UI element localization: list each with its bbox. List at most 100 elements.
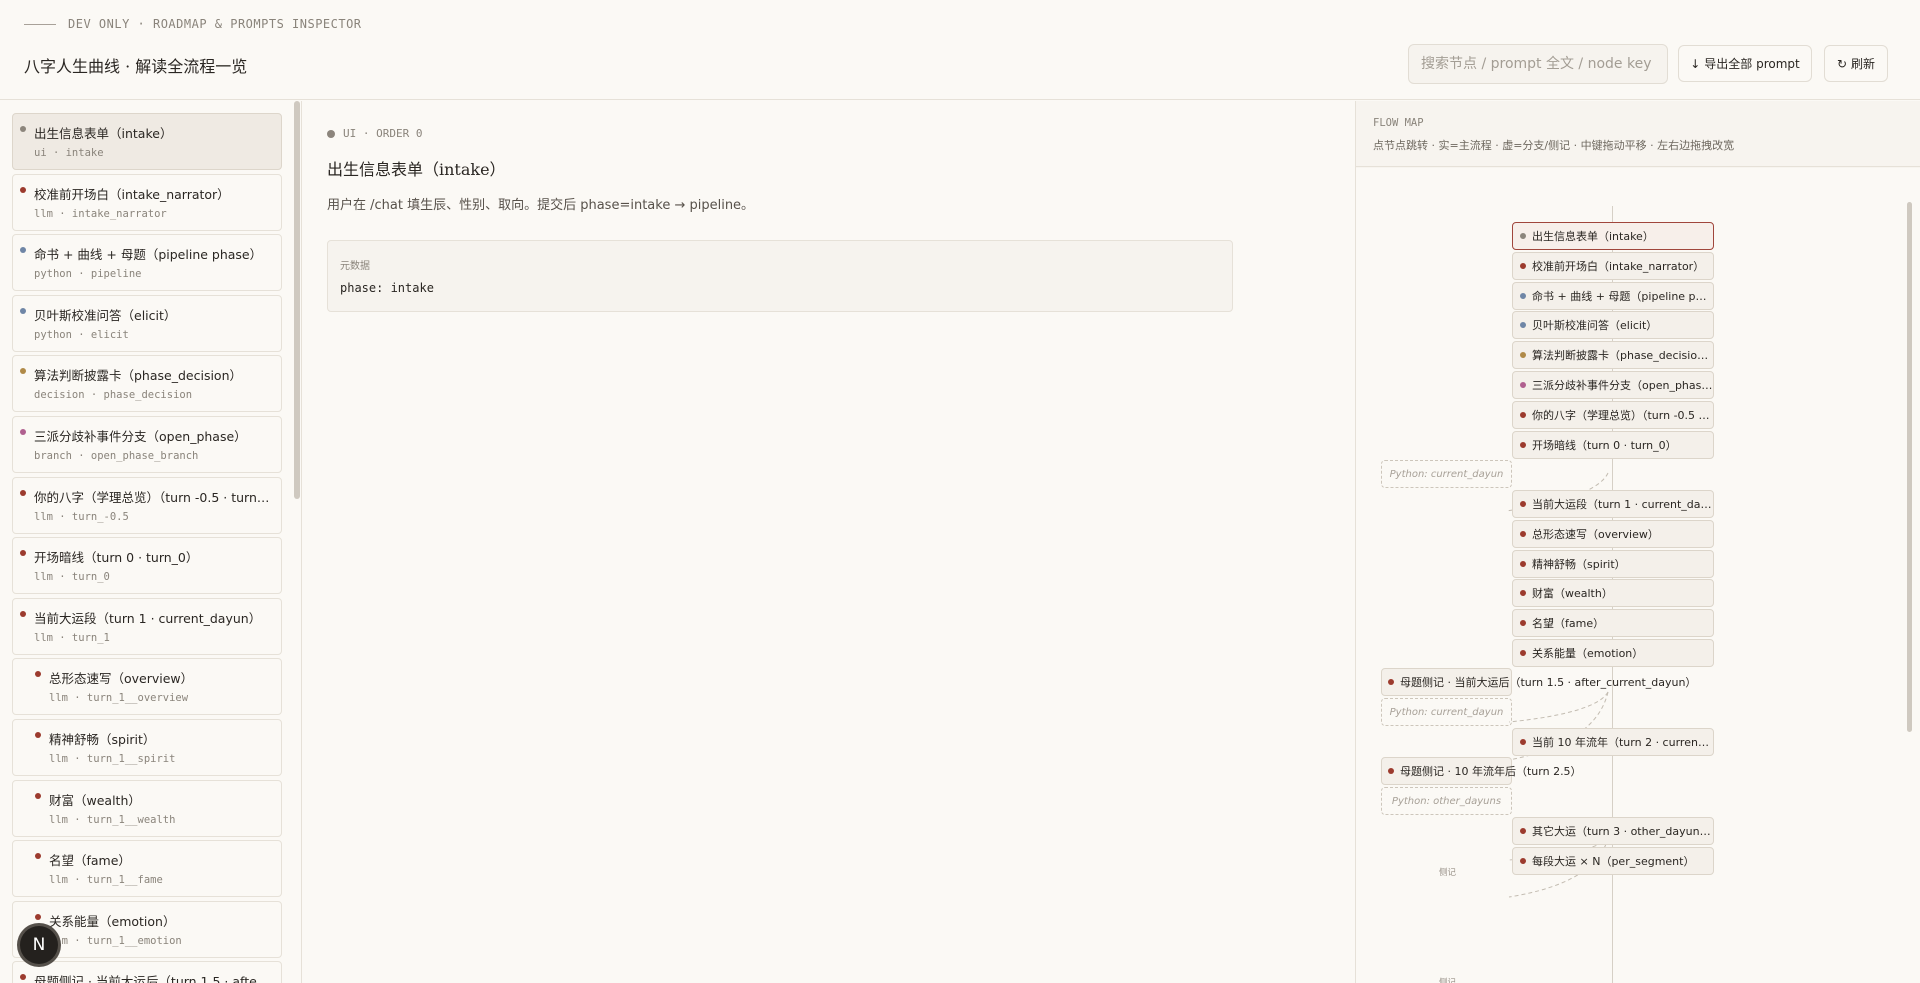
sidebar-node-label: 贝叶斯校准问答（elicit） [34, 307, 177, 323]
flow-node[interactable]: 开场暗线（turn 0 · turn_0） [1512, 431, 1714, 459]
page-title: 八字人生曲线 · 解读全流程一览 [24, 57, 248, 76]
flow-scrollbar[interactable] [1907, 202, 1912, 732]
flow-node-kind-dot [1388, 768, 1394, 774]
flow-node-kind-dot [1520, 590, 1526, 596]
flow-node[interactable]: 命书 + 曲线 + 母题（pipeline phase） [1512, 282, 1714, 310]
sidebar-node-label: 当前大运段（turn 1 · current_dayun） [34, 610, 262, 626]
flow-node[interactable]: 三派分歧补事件分支（open_phase） [1512, 371, 1714, 399]
sidebar-node-meta: llm · turn_1 [34, 631, 110, 644]
flow-node-kind-dot [1520, 352, 1526, 358]
flow-node[interactable]: 贝叶斯校准问答（elicit） [1512, 311, 1714, 339]
metadata-label: 元数据 [340, 261, 370, 272]
flow-node[interactable]: 算法判断披露卡（phase_decision） [1512, 341, 1714, 369]
flow-node-kind-dot [1388, 679, 1394, 685]
flow-side-note-node[interactable]: 母题侧记 · 当前大运后（turn 1.5 · after_current_da… [1381, 668, 1696, 696]
sidebar-node-item[interactable]: 贝叶斯校准问答（elicit） python · elicit [12, 294, 282, 352]
branch-edge [1508, 691, 1609, 723]
flow-python-branch-node[interactable]: Python: other_dayuns [1381, 787, 1512, 815]
flow-node-kind-dot [1520, 531, 1526, 537]
flow-node-label: 每段大运 × N（per_segment） [1532, 855, 1695, 868]
flow-node-label: 当前 10 年流年（turn 2 · current_liunian） [1532, 736, 1713, 749]
flow-node[interactable]: 关系能量（emotion） [1512, 639, 1714, 667]
sidebar-node-item[interactable]: 三派分歧补事件分支（open_phase） branch · open_phase… [12, 415, 282, 473]
flow-node[interactable]: 总形态速写（overview） [1512, 520, 1714, 548]
sidebar-node-item[interactable]: 母题侧记 · 当前大运后（turn 1.5 · after_current_da… [12, 961, 282, 983]
flow-map-subtitle: 点节点跳转 · 实=主流程 · 虚=分支/侧记 · 中键拖动平移 · 左右边拖拽… [1373, 139, 1735, 152]
sidebar-node-label: 命书 + 曲线 + 母题（pipeline phase） [34, 247, 263, 263]
node-kind-dot [35, 913, 41, 920]
flow-node[interactable]: 名望（fame） [1512, 609, 1714, 637]
node-kind-dot [20, 974, 26, 981]
flow-node-kind-dot [1520, 442, 1526, 448]
edge-tag-side-note: 侧记 [1439, 978, 1457, 983]
eyebrow-text: DEV ONLY · ROADMAP & PROMPTS INSPECTOR [68, 17, 362, 31]
flow-node-kind-dot [1520, 233, 1526, 239]
app-badge-button[interactable]: N [20, 926, 58, 964]
flow-node[interactable]: 出生信息表单（intake） [1512, 222, 1714, 250]
sidebar-node-meta: llm · turn_0 [34, 571, 110, 584]
sidebar-node-item[interactable]: 算法判断披露卡（phase_decision） decision · phase_… [12, 355, 282, 413]
sidebar-node-item[interactable]: 名望（fame） llm · turn_1__fame [12, 840, 282, 898]
flow-side-note-label: 母题侧记 · 10 年流年后（turn 2.5） [1400, 765, 1582, 778]
sidebar-node-item[interactable]: 精神舒畅（spirit） llm · turn_1__spirit [12, 718, 282, 776]
flow-canvas[interactable]: 出生信息表单（intake） 校准前开场白（intake_narrator） 命书 … [1356, 168, 1920, 983]
sidebar-node-meta: llm · intake_narrator [34, 207, 167, 220]
eyebrow-rule [24, 23, 56, 25]
refresh-label: 刷新 [1851, 57, 1876, 71]
node-title: 出生信息表单（intake） [327, 160, 506, 179]
sidebar-node-meta: ui · intake [34, 147, 104, 159]
flow-node-label: 财富（wealth） [1532, 587, 1613, 600]
flow-side-note-label: 母题侧记 · 当前大运后（turn 1.5 · after_current_da… [1400, 676, 1697, 689]
flow-node-kind-dot [1520, 828, 1526, 834]
sidebar-node-meta: llm · turn_1__overview [49, 692, 189, 705]
eyebrow: DEV ONLY · ROADMAP & PROMPTS INSPECTOR [24, 17, 362, 31]
flow-node[interactable]: 每段大运 × N（per_segment） [1512, 847, 1714, 875]
node-kind-dot [35, 792, 41, 799]
sidebar-node-item[interactable]: 财富（wealth） llm · turn_1__wealth [12, 779, 282, 837]
node-kind-dot [20, 550, 26, 557]
sidebar-node-meta: llm · turn_1__fame [49, 874, 163, 887]
flow-node[interactable]: 当前大运段（turn 1 · current_dayun） [1512, 490, 1714, 518]
flow-node[interactable]: 财富（wealth） [1512, 579, 1714, 607]
sidebar-node-item[interactable]: 总形态速写（overview） llm · turn_1__overview [12, 658, 282, 716]
flow-node[interactable]: 其它大运（turn 3 · other_dayuns） [1512, 817, 1714, 845]
node-list: 出生信息表单（intake） ui · intake 校准前开场白（intake_n… [12, 113, 282, 983]
flow-node-label: 三派分歧补事件分支（open_phase） [1532, 379, 1713, 392]
sidebar-node-meta: llm · turn_1__emotion [49, 934, 182, 947]
flow-node-label: 关系能量（emotion） [1532, 647, 1644, 660]
flow-node-label: 算法判断披露卡（phase_decision） [1532, 349, 1713, 362]
sidebar-node-item[interactable]: 校准前开场白（intake_narrator） llm · intake_narr… [12, 173, 282, 231]
flow-node-label: 出生信息表单（intake） [1532, 230, 1654, 243]
sidebar-node-item[interactable]: 当前大运段（turn 1 · current_dayun）llm · turn_… [12, 597, 282, 655]
flow-side-note-node[interactable]: 母题侧记 · 10 年流年后（turn 2.5） [1381, 757, 1582, 785]
node-kind-dot [20, 368, 26, 375]
search-input[interactable] [1408, 44, 1668, 84]
sidebar-node-label: 你的八字（学理总览）（turn -0.5 · turn_-0.5） [34, 489, 274, 505]
flow-node[interactable]: 当前 10 年流年（turn 2 · current_liunian） [1512, 728, 1714, 756]
flow-node[interactable]: 校准前开场白（intake_narrator） [1512, 252, 1714, 280]
flow-node-kind-dot [1520, 858, 1526, 864]
page-header: DEV ONLY · ROADMAP & PROMPTS INSPECTOR 八… [0, 0, 1920, 100]
flow-node-label: 校准前开场白（intake_narrator） [1532, 260, 1705, 273]
node-kind-dot [20, 186, 26, 193]
flow-node[interactable]: 你的八字（学理总览）（turn -0.5 · turn_-0.5） [1512, 401, 1714, 429]
refresh-icon: ↻ [1836, 56, 1848, 71]
sidebar-node-label: 财富（wealth） [49, 792, 141, 808]
flow-node-kind-dot [1520, 322, 1526, 328]
sidebar-node-item[interactable]: 命书 + 曲线 + 母题（pipeline phase） python · pip… [12, 234, 282, 292]
sidebar-scrollbar[interactable] [294, 101, 300, 499]
flow-python-branch-node[interactable]: Python: current_dayun [1381, 460, 1512, 488]
sidebar-node-item[interactable]: 出生信息表单（intake） ui · intake [12, 113, 282, 170]
sidebar-node-item[interactable]: 开场暗线（turn 0 · turn_0） llm · turn_0 [12, 537, 282, 595]
sidebar-node-item[interactable]: 你的八字（学理总览）（turn -0.5 · turn_-0.5） llm · t… [12, 476, 282, 534]
flow-node-label: 当前大运段（turn 1 · current_dayun） [1532, 498, 1713, 511]
flow-python-branch-node[interactable]: Python: current_dayun [1381, 698, 1512, 726]
node-kind-dot [20, 307, 26, 314]
flow-node[interactable]: 精神舒畅（spirit） [1512, 550, 1714, 578]
flow-node-label: 总形态速写（overview） [1532, 528, 1659, 541]
refresh-button[interactable]: ↻ 刷新 [1824, 45, 1888, 82]
flow-node-label: 开场暗线（turn 0 · turn_0） [1532, 439, 1677, 452]
sidebar-node-meta: llm · turn_1__spirit [49, 752, 176, 765]
export-all-prompts-button[interactable]: ↓ 导出全部 prompt [1678, 45, 1812, 82]
metadata-value: phase: intake [340, 281, 434, 295]
